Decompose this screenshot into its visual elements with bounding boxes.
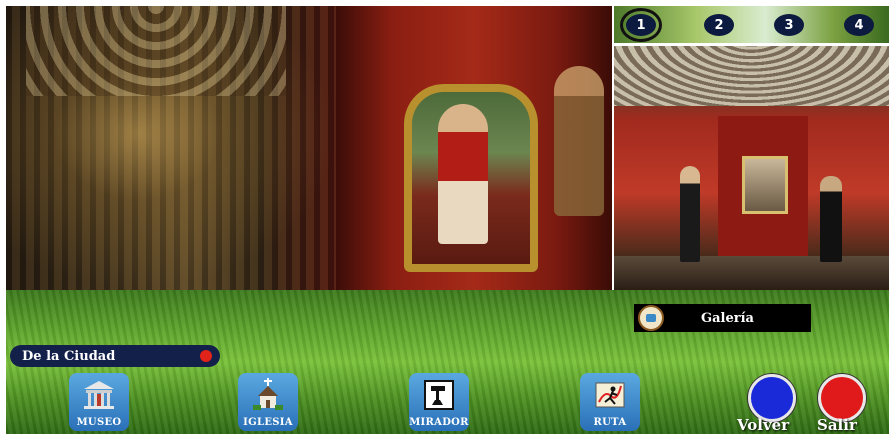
thumbnail-3-button[interactable]: 3 [774,14,804,36]
camera-icon [638,305,664,331]
church-icon [253,378,283,410]
visitor-figure [680,166,700,262]
gallery-button[interactable]: Galería [634,304,811,332]
thumbnail-bar: 1 2 3 4 [614,6,889,43]
red-dot-icon [200,350,212,362]
nav-museo-button[interactable]: MUSEO [69,373,129,431]
back-button[interactable] [748,374,796,422]
gallery-floor [614,256,889,290]
nav-ruta-button[interactable]: RUTA [580,373,640,431]
nav-mirador-label: MIRADOR [409,417,469,428]
museum-icon [84,381,114,409]
arch-decoration [26,6,286,96]
saint-figure [438,104,488,244]
route-icon [595,382,625,408]
statue-figure [554,66,604,216]
dome-ceiling [614,46,889,106]
thumbnail-1-button[interactable]: 1 [620,8,662,42]
viewpoint-icon [424,380,454,410]
main-video-view [6,6,612,290]
back-label: Volver [737,416,790,434]
visitor-figure [820,176,842,262]
city-label: De la Ciudad [22,348,116,364]
city-selector[interactable]: De la Ciudad [10,345,220,367]
nav-mirador-button[interactable]: MIRADOR [409,373,469,431]
framed-picture [742,156,788,214]
app-screen: 1 2 3 4 Galería De la Ciudad MUSEO IGLES… [0,0,889,434]
nav-iglesia-label: IGLESIA [243,417,293,428]
thumbnail-4-button[interactable]: 4 [844,14,874,36]
nav-iglesia-button[interactable]: IGLESIA [238,373,298,431]
nav-ruta-label: RUTA [593,417,627,428]
exit-button[interactable] [818,374,866,422]
gallery-label: Galería [701,310,754,326]
nav-museo-label: MUSEO [76,417,122,428]
exit-label: Salir [817,416,857,434]
thumbnail-2-button[interactable]: 2 [704,14,734,36]
gallery-preview-image [614,46,889,290]
